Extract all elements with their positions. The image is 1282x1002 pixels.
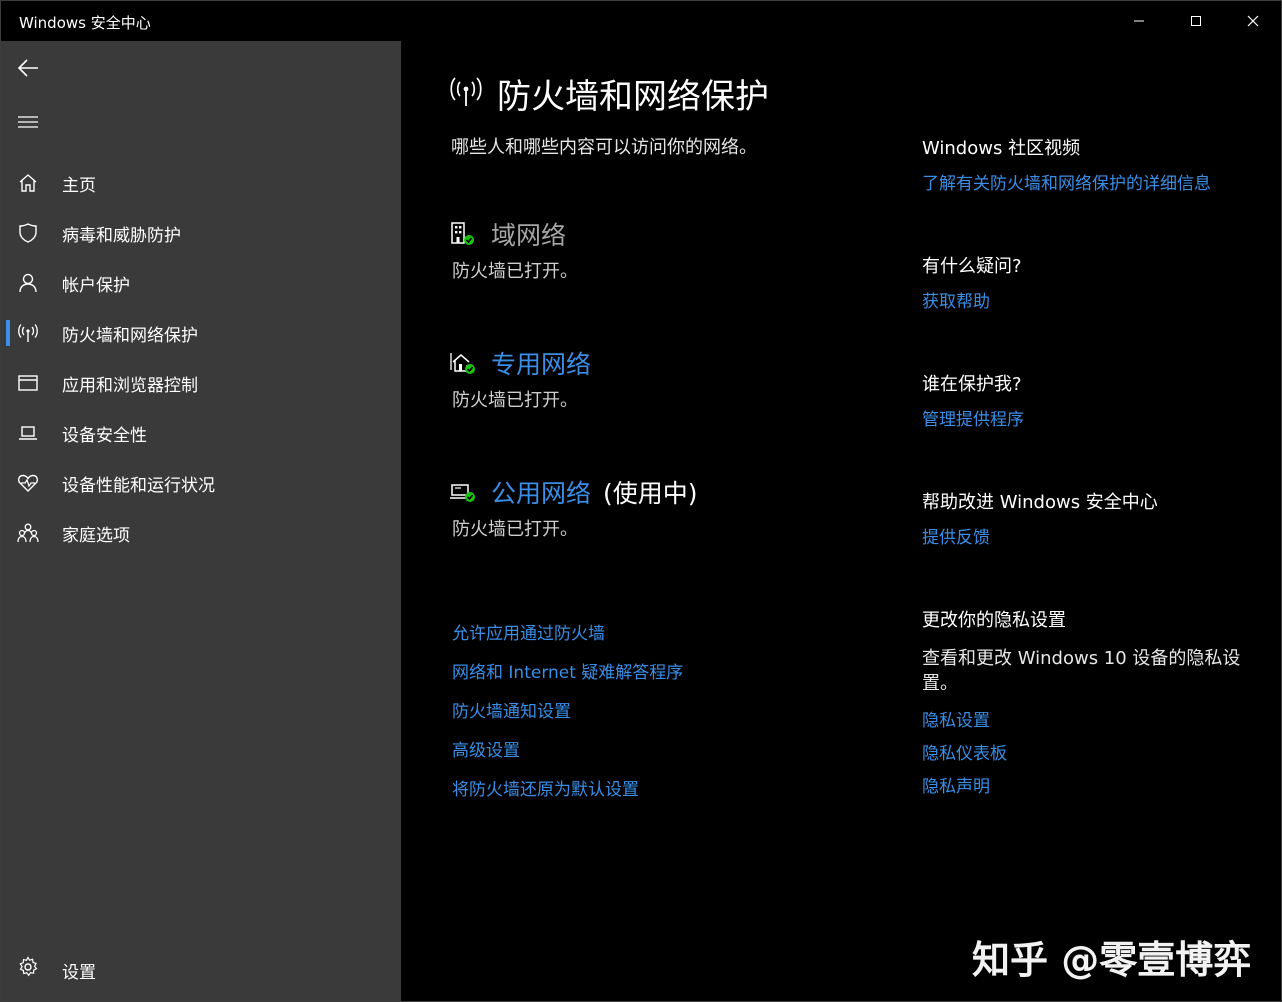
network-domain: 域网络 防火墙已打开。 (449, 216, 578, 283)
privacy-settings-link[interactable]: 隐私设置 (922, 706, 990, 731)
browser-window-icon (16, 371, 40, 395)
restore-firewall-defaults-link[interactable]: 将防火墙还原为默认设置 (452, 775, 639, 800)
sidebar-item-home[interactable]: 主页 (1, 161, 401, 205)
back-button[interactable] (13, 53, 43, 83)
window-title: Windows 安全中心 (19, 14, 151, 32)
sidebar: 主页 病毒和威胁防护 帐户保护 防火墙和网络保护 应用和浏览器控制 设备安全性 … (1, 41, 401, 1001)
gear-icon (16, 955, 40, 979)
sidebar-item-label: 病毒和威胁防护 (62, 225, 181, 246)
sidebar-item-account-protection[interactable]: 帐户保护 (1, 261, 401, 305)
home-icon (16, 171, 40, 195)
maximize-icon (1190, 16, 1201, 26)
shield-icon (16, 221, 40, 245)
antenna-icon (449, 76, 483, 112)
maximize-button[interactable] (1167, 1, 1224, 41)
minimize-button[interactable] (1110, 1, 1167, 41)
sidebar-item-device-security[interactable]: 设备安全性 (1, 411, 401, 455)
page-subtitle: 哪些人和哪些内容可以访问你的网络。 (451, 137, 757, 158)
sidebar-item-app-browser-control[interactable]: 应用和浏览器控制 (1, 361, 401, 405)
allow-app-through-firewall-link[interactable]: 允许应用通过防火墙 (452, 619, 605, 644)
privacy-description: 查看和更改 Windows 10 设备的隐私设置。 (922, 648, 1241, 694)
network-public: 公用网络 (使用中) 防火墙已打开。 (449, 474, 698, 541)
main-content: 防火墙和网络保护 哪些人和哪些内容可以访问你的网络。 域网络 防火墙已打开。 专… (401, 41, 1281, 1001)
network-status: 防火墙已打开。 (452, 390, 578, 411)
hamburger-icon (18, 116, 38, 128)
domain-network-icon (449, 219, 479, 249)
sidebar-item-label: 设备性能和运行状况 (62, 475, 215, 496)
network-status: 防火墙已打开。 (452, 261, 578, 282)
sidebar-item-label: 设备安全性 (62, 425, 147, 446)
sidebar-item-label: 应用和浏览器控制 (62, 375, 198, 396)
family-icon (16, 521, 40, 545)
sidebar-item-label: 设置 (62, 963, 96, 983)
sidebar-item-label: 家庭选项 (62, 525, 130, 546)
get-help-link[interactable]: 获取帮助 (922, 287, 990, 312)
privacy-dashboard-link[interactable]: 隐私仪表板 (922, 739, 1007, 764)
learn-more-link[interactable]: 了解有关防火墙和网络保护的详细信息 (922, 169, 1211, 194)
person-icon (16, 271, 40, 295)
network-status: 防火墙已打开。 (452, 519, 578, 540)
privacy-heading: 更改你的隐私设置 (922, 610, 1066, 631)
sidebar-item-settings[interactable]: 设置 (1, 945, 401, 989)
sidebar-item-virus-protection[interactable]: 病毒和威胁防护 (1, 211, 401, 255)
sidebar-item-firewall[interactable]: 防火墙和网络保护 (1, 311, 401, 355)
give-feedback-link[interactable]: 提供反馈 (922, 523, 990, 548)
firewall-notification-settings-link[interactable]: 防火墙通知设置 (452, 697, 571, 722)
network-troubleshooter-link[interactable]: 网络和 Internet 疑难解答程序 (452, 658, 683, 683)
community-heading: Windows 社区视频 (922, 138, 1081, 159)
sidebar-item-family-options[interactable]: 家庭选项 (1, 511, 401, 555)
heart-pulse-icon (16, 471, 40, 495)
page-title: 防火墙和网络保护 (497, 77, 769, 117)
sidebar-item-label: 帐户保护 (62, 275, 130, 296)
close-button[interactable] (1224, 1, 1281, 41)
network-private: 专用网络 防火墙已打开。 (449, 345, 591, 412)
private-network-icon (449, 348, 479, 378)
network-in-use-label: (使用中) (603, 479, 698, 508)
manage-providers-link[interactable]: 管理提供程序 (922, 405, 1024, 430)
selected-indicator (6, 320, 10, 346)
laptop-icon (16, 421, 40, 445)
public-network-icon (449, 477, 479, 507)
sidebar-item-label: 防火墙和网络保护 (62, 325, 198, 346)
watermark: 知乎 @零壹博弈 (972, 938, 1252, 982)
back-arrow-icon (17, 59, 38, 77)
network-name: 域网络 (491, 221, 567, 250)
who-protects-heading: 谁在保护我? (922, 374, 1022, 395)
title-bar: Windows 安全中心 (1, 1, 1281, 41)
network-name[interactable]: 专用网络 (491, 345, 591, 381)
sidebar-item-label: 主页 (62, 175, 96, 196)
app-window: Windows 安全中心 主页 病毒和威胁防护 帐户保护 防火墙和网络保护 应用… (0, 0, 1282, 1002)
improve-heading: 帮助改进 Windows 安全中心 (922, 492, 1158, 513)
network-name[interactable]: 公用网络 (491, 474, 591, 510)
question-heading: 有什么疑问? (922, 256, 1022, 277)
privacy-statement-link[interactable]: 隐私声明 (922, 772, 990, 797)
minimize-icon (1133, 20, 1144, 22)
page-header: 防火墙和网络保护 (449, 69, 769, 118)
antenna-icon (16, 321, 40, 345)
sidebar-item-device-performance[interactable]: 设备性能和运行状况 (1, 461, 401, 505)
hamburger-menu-button[interactable] (13, 107, 43, 137)
close-icon (1247, 15, 1258, 27)
advanced-settings-link[interactable]: 高级设置 (452, 736, 520, 761)
